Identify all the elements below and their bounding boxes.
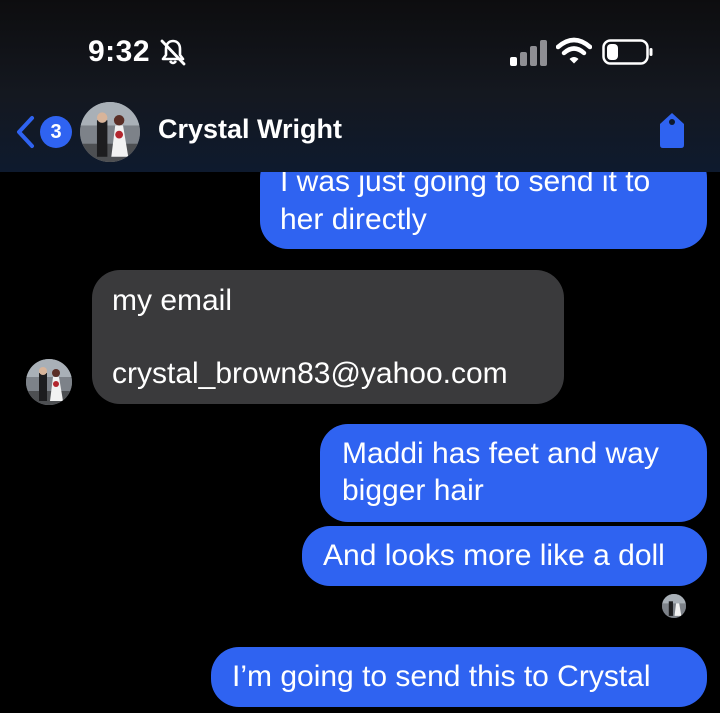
contact-avatar[interactable] — [26, 359, 72, 405]
message-text: I’m going to send this to Crystal — [232, 660, 651, 693]
message-text: And looks more like a doll — [323, 539, 665, 572]
message-text: Maddi has feet and way — [342, 437, 659, 470]
outgoing-message[interactable]: And looks more like a doll — [302, 526, 707, 586]
message-text: her directly — [280, 203, 427, 236]
tag-icon[interactable] — [654, 110, 690, 150]
back-button[interactable]: 3 — [14, 112, 74, 152]
bell-slash-icon — [160, 39, 186, 66]
email-link[interactable]: crystal_brown83@yahoo.com — [112, 355, 508, 392]
avatar-photo — [662, 594, 686, 618]
wifi-icon — [556, 37, 592, 64]
status-bar: 9:32 — [0, 0, 720, 100]
outgoing-message[interactable]: Maddi has feet and way bigger hair — [320, 424, 707, 522]
unread-count-badge: 3 — [40, 116, 72, 148]
outgoing-message[interactable]: I’m going to send this to Crystal — [211, 647, 707, 707]
message-text: my email — [112, 284, 233, 317]
avatar-photo — [26, 359, 72, 405]
read-receipt-avatar — [662, 594, 686, 618]
header-avatar[interactable] — [80, 102, 140, 162]
cellular-signal-icon — [510, 40, 547, 66]
avatar-photo — [80, 102, 140, 162]
status-time: 9:32 — [88, 35, 151, 68]
battery-icon — [602, 39, 653, 65]
chevron-left-icon — [17, 116, 34, 148]
message-text: bigger hair — [342, 474, 484, 507]
conversation-header: 9:32 3 Crystal Wright — [0, 0, 720, 172]
contact-name[interactable]: Crystal Wright — [158, 114, 342, 145]
incoming-message[interactable]: my email crystal_brown83@yahoo.com — [92, 270, 564, 404]
